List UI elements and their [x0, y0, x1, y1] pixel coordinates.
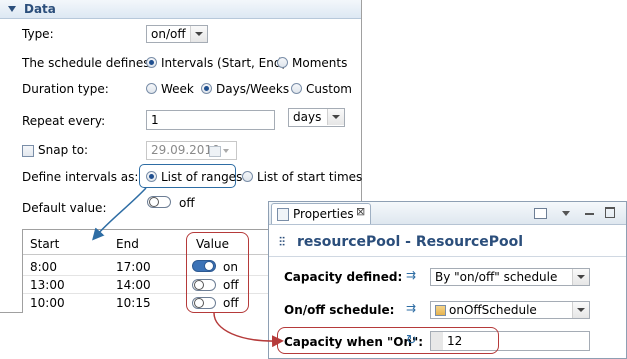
red-callout-arrow [213, 312, 284, 348]
blue-callout-arrow [92, 187, 147, 241]
callout-arrows [92, 187, 284, 348]
